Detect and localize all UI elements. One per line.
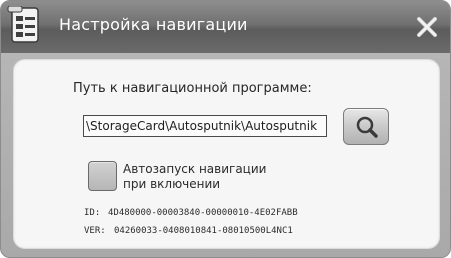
window-title: Настройка навигации	[59, 15, 248, 34]
autostart-label-line1: Автозапуск навигации	[123, 162, 267, 176]
device-id-label: ID:	[84, 208, 101, 218]
autostart-checkbox[interactable]	[88, 161, 117, 191]
version-line: VER: 04260033-0408010841-08010500L4NC1	[84, 226, 293, 236]
version-label: VER:	[84, 226, 106, 236]
settings-list-icon	[7, 5, 45, 48]
device-id-value: 4D480000-00003840-00000010-4E02FABB	[108, 208, 298, 218]
path-label: Путь к навигационной программе:	[73, 81, 312, 96]
search-icon	[356, 116, 378, 138]
version-value: 04260033-0408010841-08010500L4NC1	[114, 226, 293, 236]
device-id-line: ID: 4D480000-00003840-00000010-4E02FABB	[84, 208, 298, 218]
autostart-label: Автозапуск навигации при включении	[123, 162, 266, 192]
browse-button[interactable]	[343, 108, 389, 145]
settings-dialog: Настройка навигации Путь к навигационной…	[0, 0, 451, 258]
close-icon[interactable]	[415, 15, 439, 39]
autostart-label-line2: при включении	[123, 177, 221, 191]
title-bar: Настройка навигации	[1, 1, 450, 53]
navigation-path-input[interactable]: \StorageCard\Autosputnik\Autosputnik	[83, 115, 327, 137]
